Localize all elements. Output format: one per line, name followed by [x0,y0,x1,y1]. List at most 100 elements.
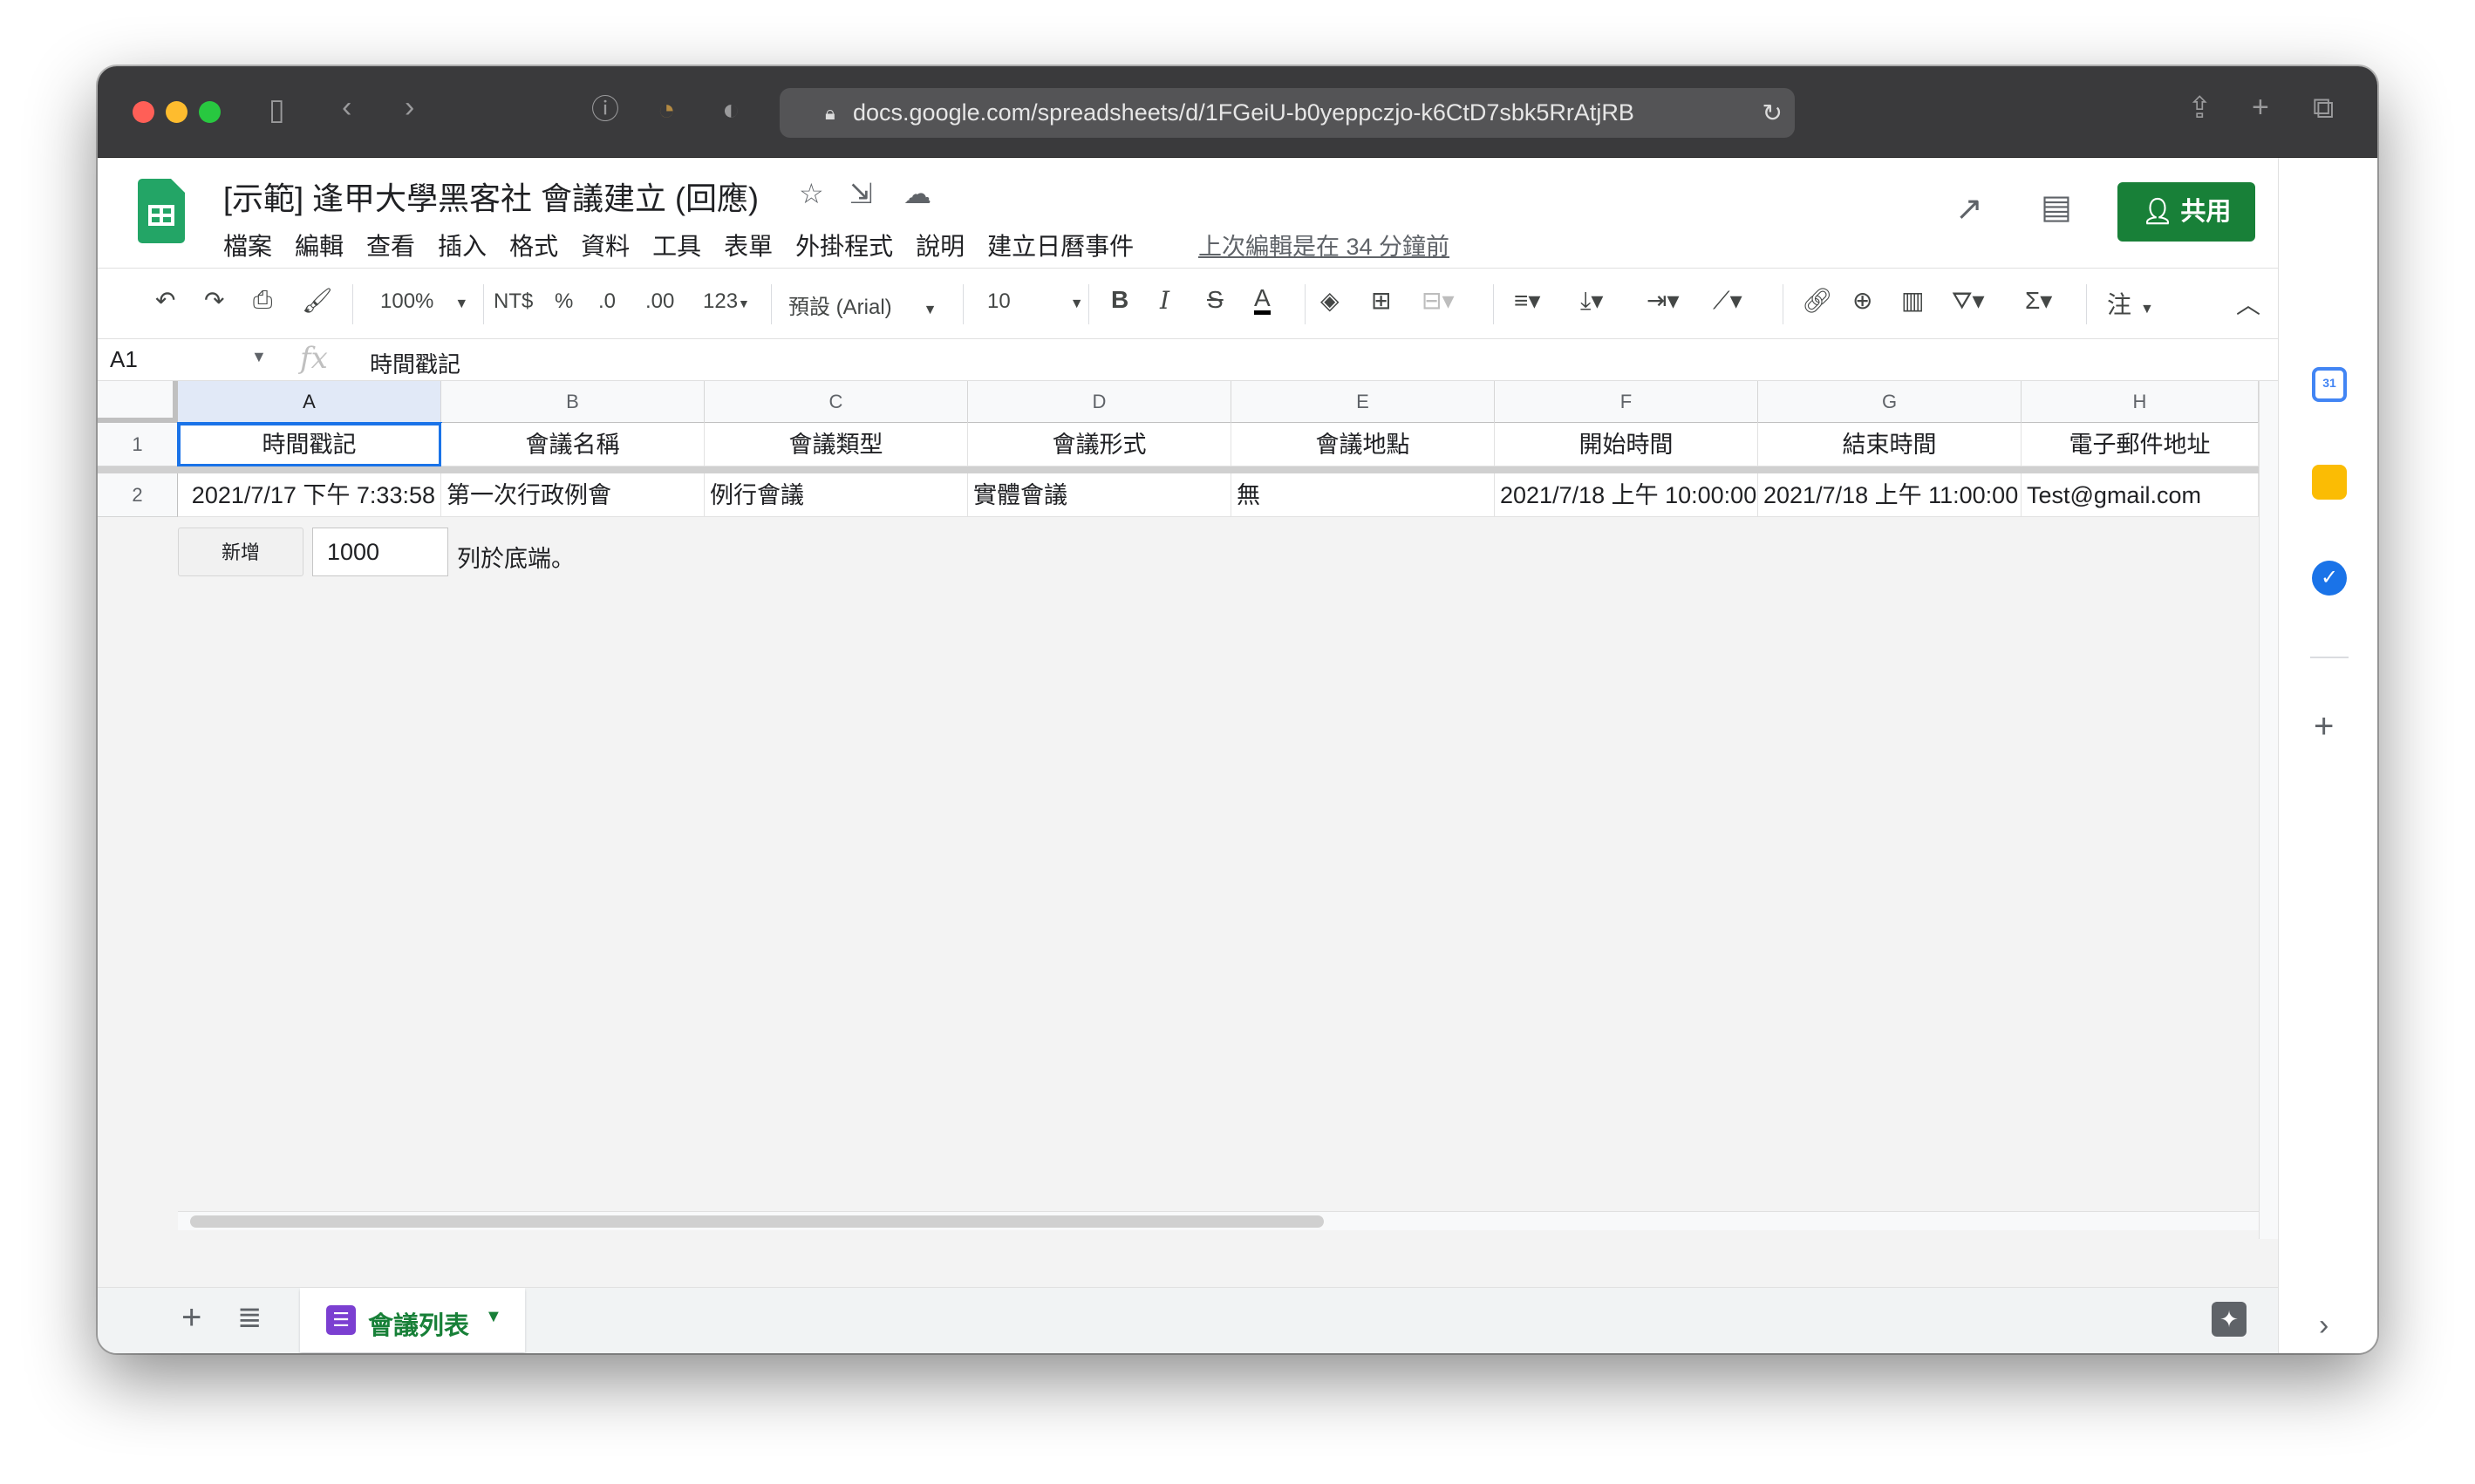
menu-create-calendar-event[interactable]: 建立日曆事件 [987,228,1134,262]
redo-icon[interactable]: ↷ [204,286,224,315]
cell-e2[interactable]: 無 [1231,473,1495,517]
calendar-icon[interactable]: 31 [2312,367,2347,402]
frozen-row-divider[interactable] [98,466,2259,473]
cell-f1[interactable]: 開始時間 [1495,423,1758,466]
add-rows-button[interactable]: 新增 [178,528,303,576]
explore-icon[interactable]: ✦ [2212,1302,2247,1337]
menu-form[interactable]: 表單 [724,228,773,262]
increase-decimal-button[interactable]: .00 [645,289,674,314]
sidebar-icon[interactable]: ▯ [269,95,285,125]
cell-f2[interactable]: 2021/7/18 上午 10:00:00 [1495,473,1758,517]
column-header-b[interactable]: B [441,381,705,423]
cell-b1[interactable]: 會議名稱 [441,423,705,466]
column-header-a[interactable]: A [178,381,441,423]
horizontal-align-icon[interactable]: ≡▾ [1514,286,1540,315]
cell-c2[interactable]: 例行會議 [705,473,968,517]
currency-format-button[interactable]: NT$ [494,289,533,314]
add-rows-count-input[interactable]: 1000 [312,528,448,576]
cell-a1[interactable]: 時間戳記 [177,422,442,467]
number-format-select[interactable]: 123▼ [703,289,750,314]
shield-icon[interactable]: ◐ [722,95,740,125]
column-header-c[interactable]: C [705,381,968,423]
cell-g1[interactable]: 結束時間 [1758,423,2022,466]
chevron-right-icon[interactable]: › [2319,1309,2328,1343]
forward-icon[interactable]: › [405,92,414,122]
borders-icon[interactable]: ⊞ [1371,286,1391,315]
column-header-e[interactable]: E [1231,381,1495,423]
text-wrap-icon[interactable]: ⇥▾ [1647,286,1680,315]
text-color-button[interactable]: A [1254,286,1271,315]
vertical-align-icon[interactable]: ⤓▾ [1580,286,1603,316]
decrease-decimal-button[interactable]: .0 [598,289,616,314]
cell-g2[interactable]: 2021/7/18 上午 11:00:00 [1758,473,2022,517]
document-title[interactable]: [示範] 逢甲大學黑客社 會議建立 (回應) [223,174,759,219]
cell-a2[interactable]: 2021/7/17 下午 7:33:58 [178,473,441,517]
back-icon[interactable]: ‹ [342,92,351,122]
italic-button[interactable]: I [1160,286,1169,315]
strikethrough-button[interactable]: S [1207,286,1224,314]
zoom-select[interactable]: 100% ▼ [380,289,468,314]
rss-icon[interactable]: ◔ [658,95,676,125]
name-box[interactable]: A1 [110,346,138,373]
star-icon[interactable]: ☆ [799,177,824,210]
column-header-h[interactable]: H [2022,381,2259,423]
column-header-d[interactable]: D [968,381,1231,423]
cloud-status-icon[interactable]: ☁ [903,177,931,210]
chevron-down-icon[interactable]: ▼ [485,1307,502,1327]
filter-icon[interactable]: ⛛▾ [1952,286,1985,316]
formula-input[interactable]: 時間戳記 [370,347,460,379]
paint-format-icon[interactable]: 🖌︎ [302,286,333,315]
all-sheets-icon[interactable]: ≣ [237,1300,262,1335]
close-window-button[interactable] [133,101,154,123]
select-all-corner[interactable] [98,381,178,423]
chevron-down-icon[interactable]: ▼ [251,348,267,366]
font-size-select[interactable]: 10 ▼ [987,289,1084,314]
add-addon-icon[interactable]: + [2314,707,2334,746]
menu-addons[interactable]: 外掛程式 [795,228,893,262]
input-tools-button[interactable]: 注 ▼ [2107,286,2154,321]
scrollbar-thumb[interactable] [190,1215,1324,1228]
tasks-icon[interactable]: ✓ [2312,561,2347,596]
text-rotation-icon[interactable]: ⟋▾ [1713,286,1742,316]
row-header[interactable]: 1 [98,423,178,466]
horizontal-scrollbar[interactable] [178,1211,2259,1230]
add-sheet-icon[interactable]: + [181,1298,201,1338]
share-icon[interactable]: ⇪ [2187,93,2212,123]
cell-d1[interactable]: 會議形式 [968,423,1231,466]
menu-tools[interactable]: 工具 [652,228,701,262]
insert-link-icon[interactable]: 🔗︎ [1802,286,1833,315]
cell-h2[interactable]: Test@gmail.com [2022,473,2259,517]
percent-format-button[interactable]: % [555,289,573,314]
cell-e1[interactable]: 會議地點 [1231,423,1495,466]
menu-edit[interactable]: 編輯 [295,228,344,262]
new-tab-icon[interactable]: + [2252,92,2269,122]
sheets-logo-icon[interactable] [138,179,185,243]
fill-color-icon[interactable]: ◈ [1320,286,1340,315]
minimize-window-button[interactable] [166,101,188,123]
merge-cells-icon[interactable]: ⊟▾ [1422,286,1455,315]
print-icon[interactable]: ⎙ [253,286,272,315]
menu-file[interactable]: 檔案 [223,228,272,262]
keep-icon[interactable] [2312,465,2347,500]
functions-icon[interactable]: Σ▾ [2025,286,2052,315]
menu-insert[interactable]: 插入 [438,228,487,262]
font-family-select[interactable]: 預設 (Arial) ▼ [788,289,938,320]
cell-d2[interactable]: 實體會議 [968,473,1231,517]
tabs-icon[interactable]: ⧉ [2313,93,2334,123]
row-header[interactable]: 2 [98,473,178,517]
undo-icon[interactable]: ↶ [155,286,175,315]
last-edit-link[interactable]: 上次編輯是在 34 分鐘前 [1198,228,1449,262]
bold-button[interactable]: B [1111,286,1128,314]
cell-c1[interactable]: 會議類型 [705,423,968,466]
menu-data[interactable]: 資料 [581,228,630,262]
column-header-g[interactable]: G [1758,381,2022,423]
column-header-f[interactable]: F [1495,381,1758,423]
cell-h1[interactable]: 電子郵件地址 [2022,423,2259,466]
activity-trend-icon[interactable]: ↗ [1955,189,1983,228]
collapse-menu-icon[interactable]: ︿ [2236,286,2260,321]
sheet-tab-active[interactable]: ☰ 會議列表 ▼ [300,1288,525,1352]
share-button[interactable]: 👤︎ 共用 [2117,182,2255,242]
move-folder-icon[interactable]: ⇲ [849,177,873,210]
insert-chart-icon[interactable]: ▥ [1901,286,1924,315]
maximize-window-button[interactable] [199,101,221,123]
